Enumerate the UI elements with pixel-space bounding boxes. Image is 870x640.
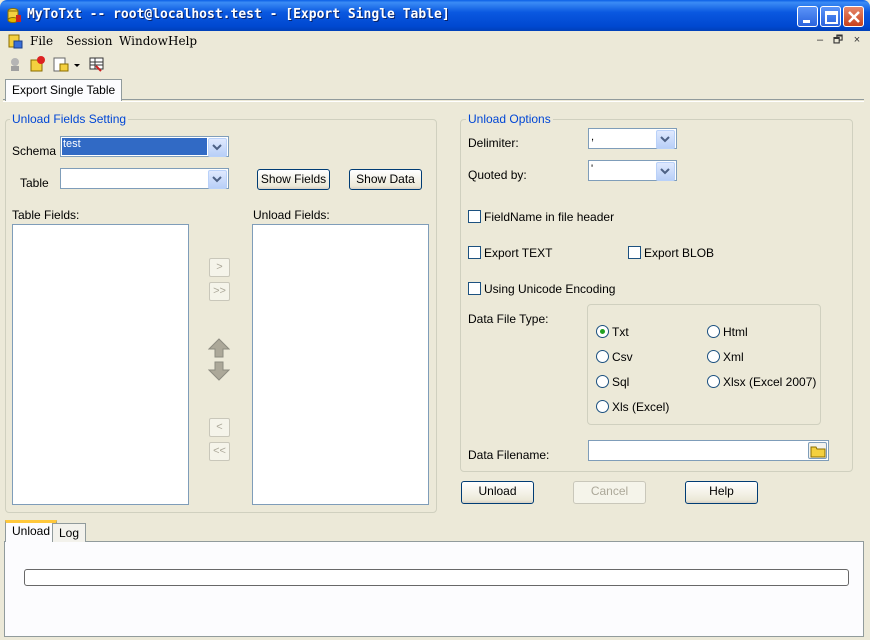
export-text-checkbox[interactable] [468,246,481,259]
chevron-down-icon[interactable] [656,130,675,149]
show-fields-button[interactable]: Show Fields [257,169,330,190]
radio-xlsx-label: Xlsx (Excel 2007) [723,375,817,389]
table-select[interactable] [60,168,229,189]
quoted-by-select[interactable]: ' [588,160,677,181]
radio-xls-label: Xls (Excel) [612,400,670,414]
table-export-icon[interactable] [88,55,106,73]
fieldname-header-checkbox[interactable] [468,210,481,223]
unload-fields-label: Unload Fields: [253,208,330,222]
connect-icon[interactable] [6,55,24,73]
window-title: MyToTxt -- root@localhost.test - [Export… [27,7,450,22]
new-export-icon[interactable] [29,55,47,73]
delimiter-select[interactable]: , [588,128,677,149]
export-blob-label: Export BLOB [644,246,715,260]
close-button[interactable] [843,6,864,27]
radio-xlsx[interactable] [707,375,720,388]
remove-all-fields-button[interactable]: << [209,442,230,461]
schema-value: test [62,138,207,155]
delimiter-value: , [591,131,595,143]
radio-csv-label: Csv [612,350,633,364]
table-fields-list[interactable] [12,224,189,505]
move-down-icon[interactable] [207,360,231,382]
browse-folder-icon[interactable] [808,442,827,459]
export-blob-checkbox[interactable] [628,246,641,259]
data-filename-input[interactable] [588,440,829,461]
quoted-by-value: ' [591,163,594,175]
chevron-down-icon[interactable] [208,170,227,189]
data-file-type-label: Data File Type: [468,312,549,326]
mdi-minimize-button[interactable]: – [813,33,827,47]
menu-session[interactable]: Session [66,34,112,48]
table-fields-label: Table Fields: [12,208,80,222]
radio-txt-label: Txt [612,325,629,339]
show-data-button[interactable]: Show Data [349,169,422,190]
export-text-label: Export TEXT [484,246,553,260]
radio-html-label: Html [723,325,748,339]
menu-file[interactable]: File [30,34,53,48]
minimize-button[interactable] [797,6,818,27]
radio-sql[interactable] [596,375,609,388]
open-file-icon[interactable] [52,55,70,73]
unload-fields-legend: Unload Fields Setting [10,112,129,126]
remove-field-button[interactable]: < [209,418,230,437]
move-up-icon[interactable] [207,337,231,359]
schema-select[interactable]: test [60,136,229,157]
mdi-restore-button[interactable]: 🗗 [831,33,845,47]
radio-xls[interactable] [596,400,609,413]
fieldname-header-label: FieldName in file header [484,210,615,224]
tab-log[interactable]: Log [52,523,87,542]
dropdown-arrow-icon[interactable] [73,59,82,68]
help-button[interactable]: Help [685,481,758,504]
radio-csv[interactable] [596,350,609,363]
data-filename-label: Data Filename: [468,448,550,462]
unload-fields-list[interactable] [252,224,429,505]
delimiter-label: Delimiter: [468,136,519,150]
unload-progress-bar [24,569,849,586]
radio-xml-label: Xml [723,350,744,364]
tab-export-single-table[interactable]: Export Single Table [5,79,123,101]
add-all-fields-button[interactable]: >> [209,282,230,301]
quoted-by-label: Quoted by: [468,168,527,182]
tab-unload[interactable]: Unload [5,520,58,542]
unicode-encoding-checkbox[interactable] [468,282,481,295]
unload-button[interactable]: Unload [461,481,534,504]
unicode-encoding-label: Using Unicode Encoding [484,282,616,296]
unload-options-legend: Unload Options [466,112,553,126]
tab-strip-line [3,99,864,102]
radio-txt[interactable] [596,325,609,338]
menu-help[interactable]: Help [168,34,197,48]
mdi-child-icon[interactable] [6,32,24,50]
output-panel [4,541,864,637]
schema-label: Schema [12,144,57,158]
radio-html[interactable] [707,325,720,338]
radio-xml[interactable] [707,350,720,363]
cancel-button[interactable]: Cancel [573,481,646,504]
radio-sql-label: Sql [612,375,630,389]
table-label: Table [20,176,49,190]
database-app-icon [6,7,22,23]
menu-window[interactable]: Window [119,34,168,48]
mdi-close-button[interactable]: × [850,33,864,47]
maximize-button[interactable] [820,6,841,27]
add-field-button[interactable]: > [209,258,230,277]
chevron-down-icon[interactable] [656,162,675,181]
chevron-down-icon[interactable] [208,138,227,157]
toolbar [0,52,870,76]
